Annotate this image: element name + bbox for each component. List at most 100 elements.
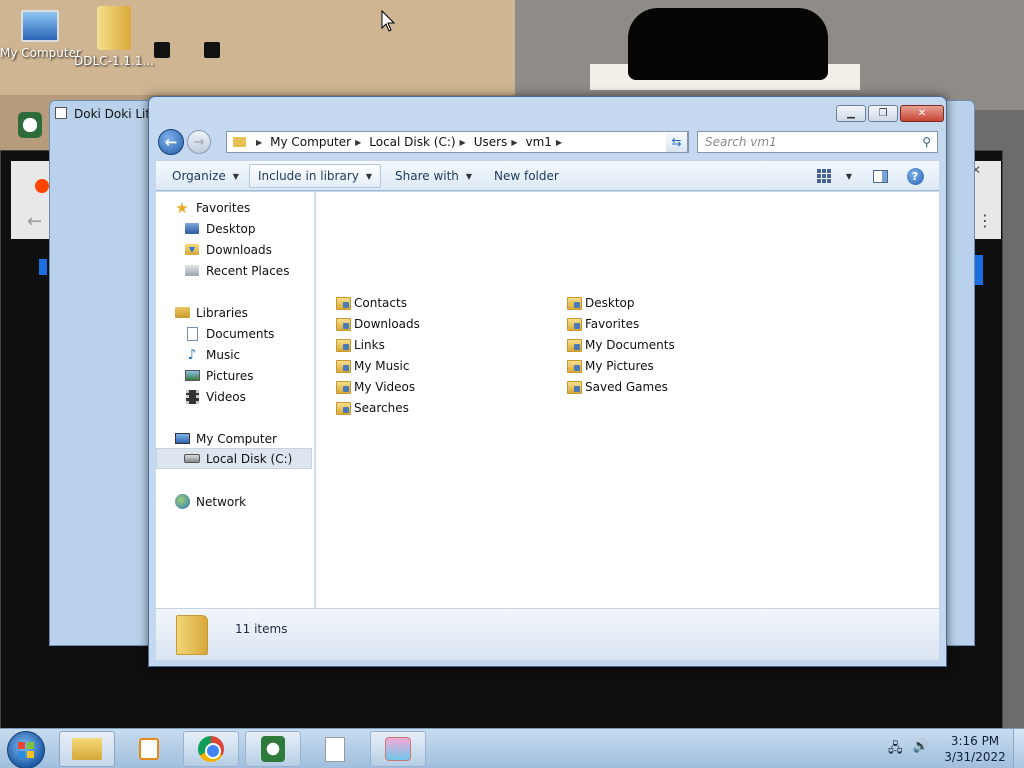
- change-view-button[interactable]: [811, 165, 837, 187]
- breadcrumb-users[interactable]: Users ▶: [474, 135, 526, 149]
- file-name: My Pictures: [585, 359, 654, 373]
- chevron-right-icon: ▶: [511, 137, 518, 147]
- chevron-down-icon: ▼: [465, 171, 473, 181]
- folder-icon: [336, 296, 351, 310]
- folder-icon: [336, 359, 351, 373]
- new-folder-button[interactable]: New folder: [486, 164, 567, 188]
- wallpaper-hat: [628, 8, 828, 80]
- help-icon: ?: [906, 167, 924, 185]
- chevron-down-icon: ▼: [232, 171, 239, 181]
- chevron-right-icon: ▶: [459, 137, 466, 147]
- nav-pictures[interactable]: Pictures: [184, 365, 254, 386]
- close-button[interactable]: ✕: [900, 105, 944, 122]
- breadcrumb-my-computer[interactable]: My Computer ▶: [270, 135, 369, 149]
- taskbar-notepad[interactable]: [307, 731, 363, 767]
- nav-label: Music: [206, 347, 241, 362]
- taskbar-ddlc[interactable]: [245, 731, 301, 767]
- nav-libraries[interactable]: Libraries: [174, 302, 248, 323]
- volume-icon[interactable]: 🔊: [913, 739, 929, 761]
- file-item-searches[interactable]: Searches: [336, 398, 409, 418]
- folder-icon: [336, 317, 351, 331]
- maximize-button[interactable]: ❐: [868, 105, 898, 122]
- browser-menu-icon[interactable]: ⋮: [977, 211, 993, 230]
- file-name: Desktop: [585, 296, 635, 310]
- desktop-icon-my-computer[interactable]: My Computer: [0, 10, 81, 60]
- file-item-my-documents[interactable]: My Documents: [567, 335, 675, 355]
- minimize-button[interactable]: ▁: [836, 105, 866, 122]
- nav-label: Favorites: [196, 200, 251, 215]
- folder-icon: [72, 738, 102, 760]
- nav-label: Videos: [206, 389, 246, 404]
- breadcrumb-root[interactable]: ▶: [252, 138, 270, 147]
- file-name: My Documents: [585, 338, 675, 352]
- back-button[interactable]: ←: [158, 129, 184, 155]
- forward-button[interactable]: →: [187, 130, 211, 154]
- breadcrumb-local-disk[interactable]: Local Disk (C:) ▶: [369, 135, 473, 149]
- file-item-desktop[interactable]: Desktop: [567, 293, 635, 313]
- preview-pane-icon: [872, 169, 888, 183]
- start-button[interactable]: [7, 731, 45, 768]
- app-icon: [385, 737, 411, 761]
- file-item-my-music[interactable]: My Music: [336, 356, 409, 376]
- file-name: My Music: [354, 359, 410, 373]
- nav-my-computer[interactable]: My Computer: [174, 428, 277, 449]
- help-button[interactable]: ?: [902, 165, 928, 187]
- browser-back-icon[interactable]: ←: [27, 211, 42, 232]
- network-tray-icon[interactable]: 🖧: [888, 739, 903, 761]
- search-box[interactable]: ⚲: [697, 131, 938, 153]
- breadcrumb-vm1[interactable]: vm1 ▶: [525, 135, 570, 149]
- view-options-button[interactable]: ▼: [836, 165, 862, 187]
- flower-desktop-icon[interactable]: [18, 112, 42, 138]
- organize-label: Organize: [172, 169, 226, 183]
- clock-date: 3/31/2022: [944, 750, 1006, 764]
- close-icon: ✕: [917, 108, 927, 119]
- organize-button[interactable]: Organize ▼: [164, 164, 247, 188]
- taskbar-chrome[interactable]: [183, 731, 239, 767]
- include-in-library-button[interactable]: Include in library ▼: [249, 164, 382, 188]
- nav-music[interactable]: ♪ Music: [184, 344, 241, 365]
- search-icon[interactable]: ⚲: [922, 135, 931, 149]
- address-bar[interactable]: ▶ My Computer ▶ Local Disk (C:) ▶ Users ▶ v…: [226, 131, 689, 153]
- taskbar-app[interactable]: [370, 731, 426, 767]
- search-input[interactable]: [705, 135, 905, 149]
- window-controls: ▁ ❐ ✕: [834, 105, 944, 122]
- file-item-contacts[interactable]: Contacts: [336, 293, 407, 313]
- taskbar: 🖧 🔊 3:16 PM 3/31/2022: [0, 728, 1024, 768]
- taskbar-media-player[interactable]: [121, 731, 177, 767]
- desktop-icon-label: My Computer: [0, 46, 81, 60]
- nav-recent-places[interactable]: Recent Places: [184, 260, 289, 281]
- film-icon: [184, 389, 200, 405]
- nav-local-disk[interactable]: Local Disk (C:): [156, 448, 312, 469]
- navigation-pane: ★ Favorites Desktop Downloads Recent Plac…: [156, 192, 315, 608]
- details-pane: 11 items: [156, 608, 939, 660]
- music-note-icon: ♪: [187, 346, 197, 363]
- nav-documents[interactable]: Documents: [184, 323, 274, 344]
- nav-favorites[interactable]: ★ Favorites: [174, 197, 250, 218]
- file-item-favorites[interactable]: Favorites: [567, 314, 639, 334]
- preview-pane-button[interactable]: [867, 165, 893, 187]
- nav-desktop[interactable]: Desktop: [184, 218, 256, 239]
- file-item-saved-games[interactable]: Saved Games: [567, 377, 668, 397]
- folder-icon: [567, 317, 582, 331]
- file-item-links[interactable]: Links: [336, 335, 385, 355]
- folder-icon: [567, 338, 582, 352]
- nav-network[interactable]: Network: [174, 491, 246, 512]
- refresh-button[interactable]: ⇆: [666, 131, 688, 153]
- file-name: Links: [354, 338, 385, 352]
- desktop-icon: [184, 221, 200, 237]
- file-item-my-pictures[interactable]: My Pictures: [567, 356, 654, 376]
- maximize-icon: ❐: [878, 108, 888, 119]
- desktop-icon-ddlc-folder[interactable]: DDLC-1.1.1...: [74, 6, 154, 68]
- nav-downloads[interactable]: Downloads: [184, 239, 272, 260]
- network-icon: [174, 494, 190, 510]
- nav-videos[interactable]: Videos: [184, 386, 246, 407]
- nav-label: Pictures: [206, 368, 254, 383]
- show-desktop-button[interactable]: [1013, 729, 1024, 768]
- file-name: Contacts: [354, 296, 407, 310]
- taskbar-explorer[interactable]: [59, 731, 115, 767]
- arrow-right-icon: →: [193, 134, 205, 150]
- clock[interactable]: 3:16 PM 3/31/2022: [940, 733, 1010, 765]
- file-item-downloads[interactable]: Downloads: [336, 314, 420, 334]
- file-item-my-videos[interactable]: My Videos: [336, 377, 415, 397]
- share-with-button[interactable]: Share with ▼: [387, 164, 480, 188]
